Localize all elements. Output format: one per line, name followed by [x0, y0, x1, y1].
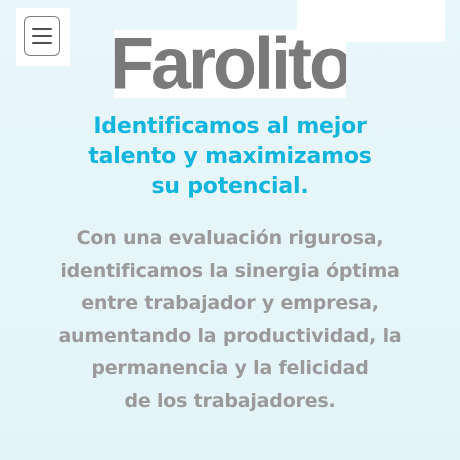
- headline-line: su potencial.: [151, 174, 309, 199]
- menu-container: [16, 8, 70, 66]
- hamburger-menu-icon: [32, 28, 52, 44]
- description-line: entre trabajador y empresa,: [81, 292, 379, 314]
- logo-text: Farolito: [114, 30, 346, 98]
- headline-line: talento y maximizamos: [88, 144, 372, 169]
- description: Con una evaluación rigurosa, identificam…: [0, 222, 460, 417]
- description-line: Con una evaluación rigurosa,: [76, 227, 384, 249]
- headline-line: Identificamos al mejor: [93, 114, 367, 139]
- description-line: identificamos la sinergia óptima: [60, 259, 400, 282]
- menu-button[interactable]: [24, 16, 60, 56]
- description-line: de los trabajadores.: [124, 389, 336, 412]
- logo[interactable]: Farolito: [114, 30, 346, 98]
- headline: Identificamos al mejor talento y maximiz…: [0, 112, 460, 202]
- description-line: permanencia y la felicidad: [91, 357, 369, 379]
- description-line: aumentando la productividad, la: [58, 324, 402, 347]
- page: Farolito Identificamos al mejor talento …: [0, 0, 460, 460]
